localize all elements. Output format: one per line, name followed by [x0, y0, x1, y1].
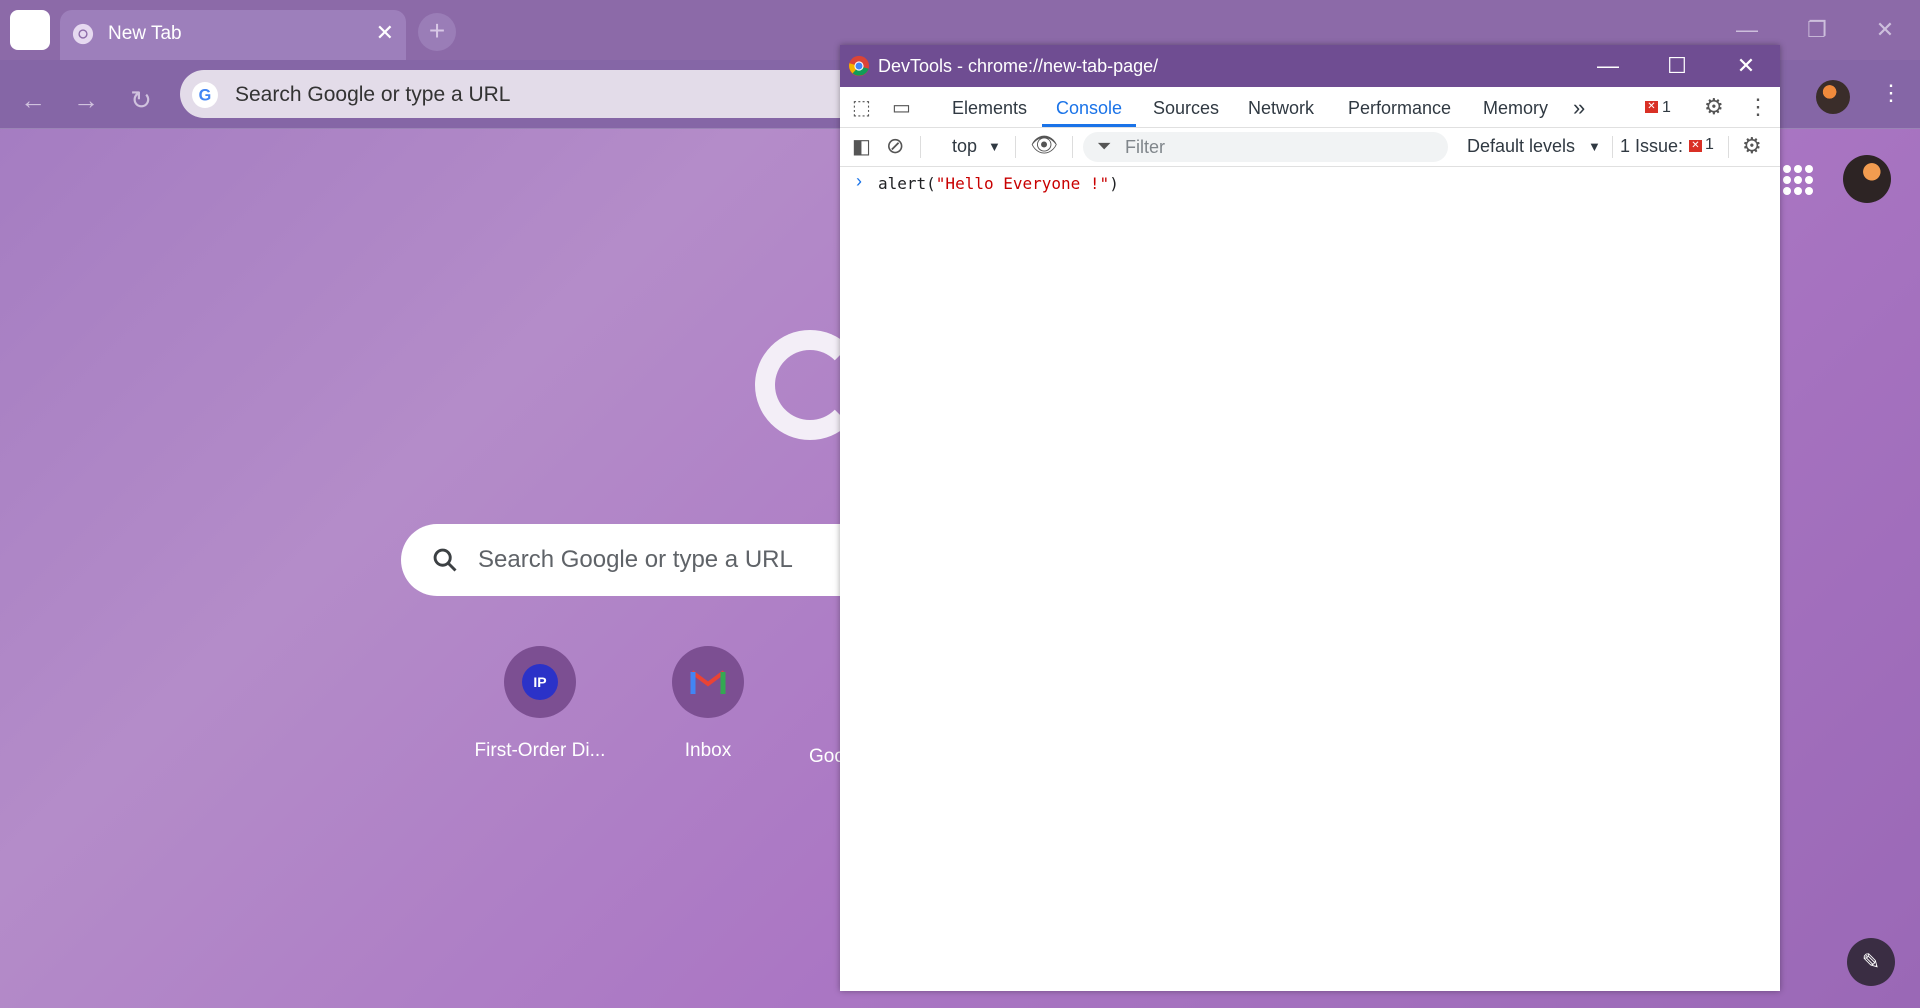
shortcut-label: First-Order Di...: [474, 740, 606, 761]
tab-elements[interactable]: Elements: [952, 87, 1027, 127]
devtools-tab-bar: ⬚ ▭ Elements Console Sources Network Per…: [840, 87, 1780, 128]
profile-avatar[interactable]: [1816, 80, 1850, 114]
back-icon[interactable]: ←: [13, 80, 53, 120]
shortcut-tile: [672, 646, 744, 718]
devtools-minimize-icon[interactable]: —: [1574, 45, 1642, 87]
inspect-element-icon[interactable]: ⬚: [852, 95, 871, 120]
issues-label[interactable]: 1 Issue:: [1620, 136, 1683, 157]
forward-icon[interactable]: →: [66, 80, 106, 120]
shortcut-first-order[interactable]: IP First-Order Di...: [465, 646, 615, 762]
ntp-avatar[interactable]: [1843, 155, 1891, 203]
tab-network[interactable]: Network: [1248, 87, 1314, 127]
tab-memory[interactable]: Memory: [1483, 87, 1548, 127]
shortcut-tile: IP: [504, 646, 576, 718]
chevron-down-icon: ▼: [1588, 139, 1601, 154]
apps-grid-icon[interactable]: [1783, 165, 1813, 195]
clear-console-icon[interactable]: ⊘: [886, 133, 904, 159]
chevron-down-icon: ▼: [988, 139, 1001, 154]
profile-button[interactable]: [10, 10, 50, 50]
console-settings-icon[interactable]: ⚙: [1742, 133, 1762, 159]
separator: [1072, 136, 1073, 158]
tab-title: New Tab: [108, 23, 182, 44]
gmail-icon: [690, 670, 726, 694]
google-icon: G: [192, 82, 218, 108]
more-tabs-icon[interactable]: »: [1573, 87, 1585, 127]
ip-icon: IP: [522, 664, 558, 700]
restore-icon[interactable]: ❐: [1797, 12, 1837, 48]
filter-input[interactable]: ⏷ Filter: [1083, 132, 1448, 162]
device-toolbar-icon[interactable]: ▭: [892, 95, 911, 120]
tab-sources[interactable]: Sources: [1153, 87, 1219, 127]
ntp-search-placeholder: Search Google or type a URL: [478, 546, 793, 573]
tab-console[interactable]: Console: [1042, 87, 1137, 127]
console-input-suffix: ): [1109, 174, 1119, 193]
log-levels-dropdown[interactable]: Default levels: [1467, 136, 1575, 157]
console-input-prefix: alert(: [878, 174, 936, 193]
sidebar-toggle-icon[interactable]: ◧: [852, 134, 871, 159]
omnibox-placeholder: Search Google or type a URL: [235, 83, 511, 106]
devtools-menu-icon[interactable]: ⋮: [1747, 94, 1769, 120]
console-prompt-icon: ›: [856, 171, 862, 191]
minimize-icon[interactable]: —: [1727, 12, 1767, 48]
chrome-icon: [72, 23, 94, 45]
filter-placeholder: Filter: [1125, 137, 1165, 157]
error-icon: ✕: [1689, 140, 1702, 152]
eye-icon[interactable]: 👁: [1030, 132, 1058, 158]
edit-pencil-icon[interactable]: ✎: [1847, 938, 1895, 986]
settings-gear-icon[interactable]: ⚙: [1704, 94, 1724, 120]
separator: [1612, 136, 1613, 158]
context-selector[interactable]: top: [952, 136, 977, 157]
new-tab-button[interactable]: +: [418, 13, 456, 51]
chrome-icon: [848, 55, 870, 77]
omnibox[interactable]: G Search Google or type a URL: [180, 70, 900, 118]
issues-count[interactable]: 1: [1705, 136, 1714, 154]
devtools-close-icon[interactable]: ✕: [1712, 45, 1780, 87]
separator: [1728, 136, 1729, 158]
separator: [1015, 136, 1016, 158]
shortcut-label: Inbox: [684, 740, 732, 761]
devtools-window: DevTools - chrome://new-tab-page/ — ☐ ✕ …: [840, 45, 1780, 991]
console-input-string: "Hello Everyone !": [935, 174, 1110, 193]
tab-new-tab[interactable]: New Tab ✕: [60, 10, 406, 60]
tab-performance[interactable]: Performance: [1348, 87, 1451, 127]
search-icon: [433, 548, 457, 572]
reload-icon[interactable]: ↻: [121, 80, 161, 120]
separator: [920, 136, 921, 158]
error-count[interactable]: 1: [1662, 87, 1671, 127]
devtools-title: DevTools - chrome://new-tab-page/: [878, 56, 1159, 76]
console-toolbar: ◧ ⊘ top ▼ 👁 ⏷ Filter Default levels ▼ 1 …: [840, 128, 1780, 167]
close-tab-icon[interactable]: ✕: [376, 21, 394, 45]
shortcut-inbox[interactable]: Inbox: [633, 646, 783, 762]
svg-text:G: G: [199, 86, 212, 104]
devtools-titlebar: DevTools - chrome://new-tab-page/ — ☐ ✕: [840, 45, 1780, 87]
console-input[interactable]: alert("Hello Everyone !"): [878, 174, 1119, 193]
browser-menu-icon[interactable]: ⋮: [1880, 80, 1902, 106]
close-window-icon[interactable]: ✕: [1865, 12, 1905, 48]
error-icon: ✕: [1645, 101, 1658, 113]
devtools-maximize-icon[interactable]: ☐: [1643, 45, 1711, 87]
filter-icon: ⏷: [1097, 136, 1112, 156]
